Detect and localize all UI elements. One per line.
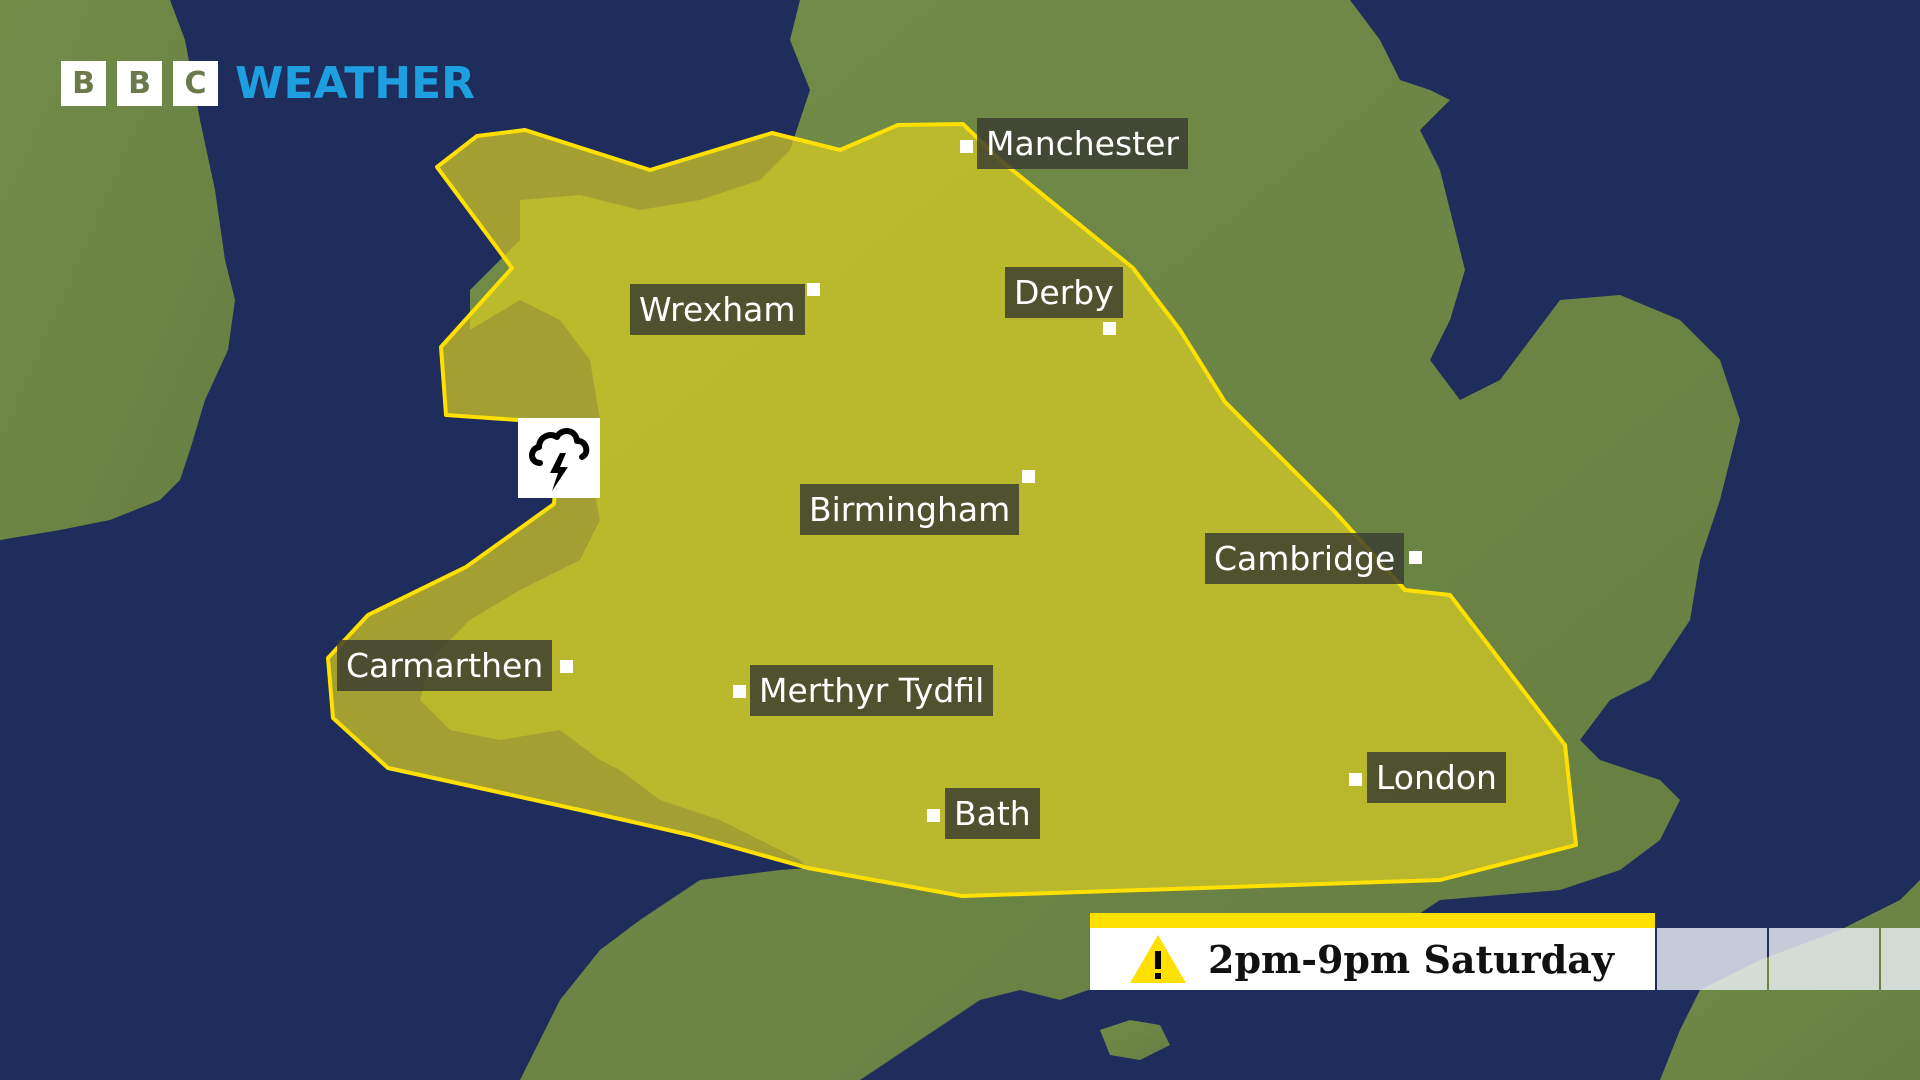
logo-weather-text: WEATHER bbox=[235, 58, 476, 109]
bbc-weather-logo: B B C WEATHER bbox=[61, 61, 475, 106]
logo-block-b1: B bbox=[61, 61, 106, 106]
timeline-segment bbox=[1769, 928, 1879, 990]
place-label-derby: Derby bbox=[1005, 267, 1123, 318]
place-marker-birmingham bbox=[1022, 470, 1035, 483]
logo-block-b2: B bbox=[117, 61, 162, 106]
timeline-segment bbox=[1657, 928, 1767, 990]
place-label-carmarthen: Carmarthen bbox=[337, 640, 553, 691]
thunderstorm-warning-badge bbox=[518, 418, 600, 498]
place-marker-derby bbox=[1103, 322, 1116, 335]
place-label-london: London bbox=[1367, 752, 1506, 803]
place-label-cambridge: Cambridge bbox=[1205, 533, 1405, 584]
warning-triangle-icon bbox=[1130, 935, 1186, 983]
place-label-wrexham: Wrexham bbox=[630, 284, 805, 335]
warning-time-text: 2pm-9pm Saturday bbox=[1208, 936, 1614, 982]
thunderstorm-icon bbox=[529, 428, 590, 491]
warning-time-banner: 2pm-9pm Saturday bbox=[1090, 928, 1655, 990]
place-marker-carmarthen bbox=[560, 660, 573, 673]
place-marker-merthyr-tydfil bbox=[733, 685, 746, 698]
place-label-bath: Bath bbox=[945, 788, 1040, 839]
place-marker-bath bbox=[927, 809, 940, 822]
timeline-segment bbox=[1881, 928, 1920, 990]
place-marker-cambridge bbox=[1409, 551, 1422, 564]
place-label-birmingham: Birmingham bbox=[800, 484, 1020, 535]
place-marker-wrexham bbox=[807, 283, 820, 296]
place-marker-london bbox=[1349, 773, 1362, 786]
warning-level-strip bbox=[1090, 913, 1655, 928]
logo-block-c: C bbox=[173, 61, 218, 106]
place-marker-manchester bbox=[960, 140, 973, 153]
place-label-merthyr-tydfil: Merthyr Tydfil bbox=[750, 665, 994, 716]
place-label-manchester: Manchester bbox=[977, 118, 1188, 169]
